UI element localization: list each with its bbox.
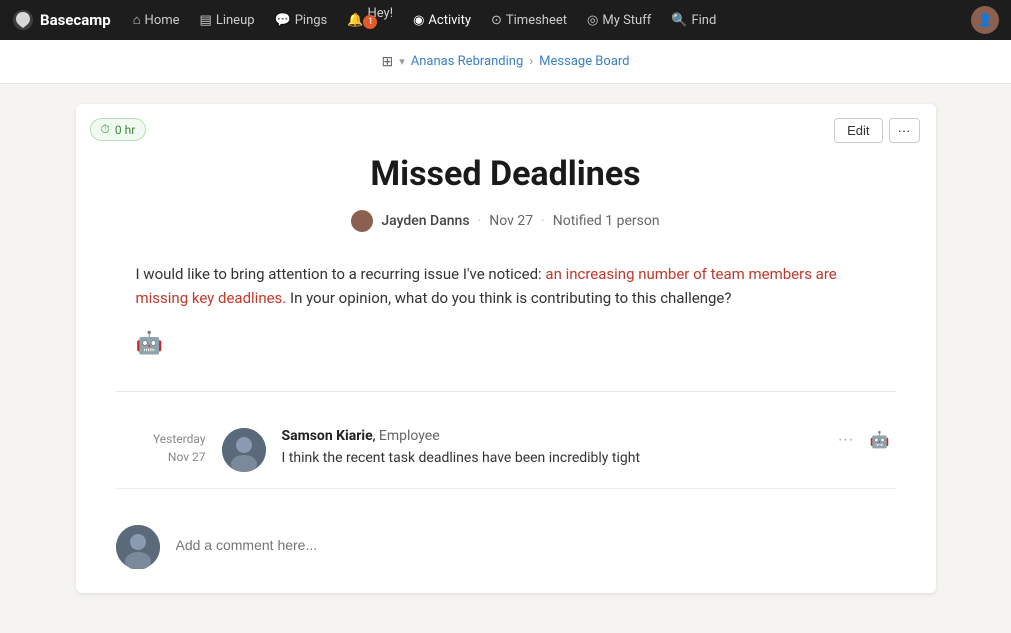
nav-hey[interactable]: 🔔 Hey! 1 (339, 2, 401, 39)
post-title: Missed Deadlines (136, 154, 876, 194)
post-body-rest: In your opinion, what do you think is co… (286, 289, 731, 307)
comment-section: Yesterday Nov 27 Samson Kiarie, Employee (76, 392, 936, 509)
post-meta-dot2: · (541, 213, 545, 229)
comment-text: I think the recent task deadlines have b… (282, 448, 896, 469)
edit-button[interactable]: Edit (834, 118, 882, 143)
timer-label: 0 hr (115, 123, 135, 137)
nav-lineup[interactable]: ▤ Lineup (192, 9, 263, 32)
timer-badge[interactable]: ⏱ 0 hr (90, 118, 147, 141)
logo[interactable]: Basecamp (12, 9, 111, 31)
grid-icon[interactable]: ⊞ (381, 54, 393, 70)
comment-timestamp-line1: Yesterday (116, 430, 206, 448)
breadcrumb-section[interactable]: Message Board (539, 54, 629, 69)
breadcrumb-bar: ⊞ ▾ Ananas Rebranding › Message Board (0, 40, 1011, 84)
timer-icon: ⏱ (101, 122, 110, 137)
breadcrumb-chevron: ▾ (399, 55, 405, 68)
nav-timesheet[interactable]: ⊙ Timesheet (483, 9, 575, 32)
timesheet-icon: ⊙ (491, 13, 502, 28)
comment-react-button[interactable]: 🤖 (864, 428, 896, 452)
comment-author-name: Samson Kiarie (282, 428, 373, 444)
comment-item: Yesterday Nov 27 Samson Kiarie, Employee (116, 412, 896, 489)
top-actions: Edit ··· (834, 118, 919, 143)
topnav: Basecamp ⌂ Home ▤ Lineup 💬 Pings 🔔 Hey! … (0, 0, 1011, 40)
pings-icon: 💬 (275, 13, 291, 28)
find-icon: 🔍 (671, 13, 687, 28)
comment-timestamp: Yesterday Nov 27 (116, 428, 206, 472)
add-comment-avatar (116, 525, 160, 569)
post-body: I would like to bring attention to a rec… (76, 252, 936, 391)
add-comment-input[interactable] (176, 525, 896, 565)
post-author-name: Jayden Danns (381, 213, 469, 229)
post-emoji[interactable]: 🤖 (136, 326, 876, 361)
nav-pings[interactable]: 💬 Pings (267, 9, 336, 32)
hey-badge: 1 (363, 15, 377, 29)
nav-find[interactable]: 🔍 Find (663, 9, 724, 32)
post-meta: Jayden Danns · Nov 27 · Notified 1 perso… (136, 210, 876, 232)
breadcrumb-project[interactable]: Ananas Rebranding (411, 54, 524, 69)
comment-avatar (222, 428, 266, 472)
post-meta-dot1: · (478, 213, 482, 229)
post-card: ⏱ 0 hr Edit ··· Missed Deadlines Jayden … (76, 104, 936, 593)
post-header: Missed Deadlines Jayden Danns · Nov 27 ·… (76, 104, 936, 252)
nav-home[interactable]: ⌂ Home (125, 8, 188, 32)
home-icon: ⌂ (133, 12, 141, 28)
post-date: Nov 27 (489, 213, 533, 229)
nav-mystuff[interactable]: ◎ My Stuff (579, 9, 659, 32)
comment-more-button[interactable]: ··· (832, 428, 860, 452)
post-author-avatar (351, 210, 373, 232)
comment-timestamp-line2: Nov 27 (116, 448, 206, 466)
mystuff-icon: ◎ (587, 13, 598, 28)
add-comment-row (76, 509, 936, 593)
nav-activity[interactable]: ◉ Activity (405, 9, 479, 32)
comment-author-role: Employee (379, 428, 440, 444)
user-avatar[interactable]: 👤 (971, 6, 999, 34)
activity-icon: ◉ (413, 13, 424, 28)
post-body-plain: I would like to bring attention to a rec… (136, 265, 546, 283)
more-button[interactable]: ··· (889, 118, 920, 143)
comment-actions: ··· 🤖 (832, 428, 896, 452)
lineup-icon: ▤ (200, 13, 212, 28)
comment-author: Samson Kiarie, Employee (282, 428, 896, 444)
breadcrumb-separator: › (529, 54, 533, 69)
comment-content: Samson Kiarie, Employee I think the rece… (282, 428, 896, 472)
content-area: ⏱ 0 hr Edit ··· Missed Deadlines Jayden … (0, 84, 1011, 633)
hey-icon: 🔔 (347, 13, 363, 28)
post-notified: Notified 1 person (553, 213, 660, 229)
